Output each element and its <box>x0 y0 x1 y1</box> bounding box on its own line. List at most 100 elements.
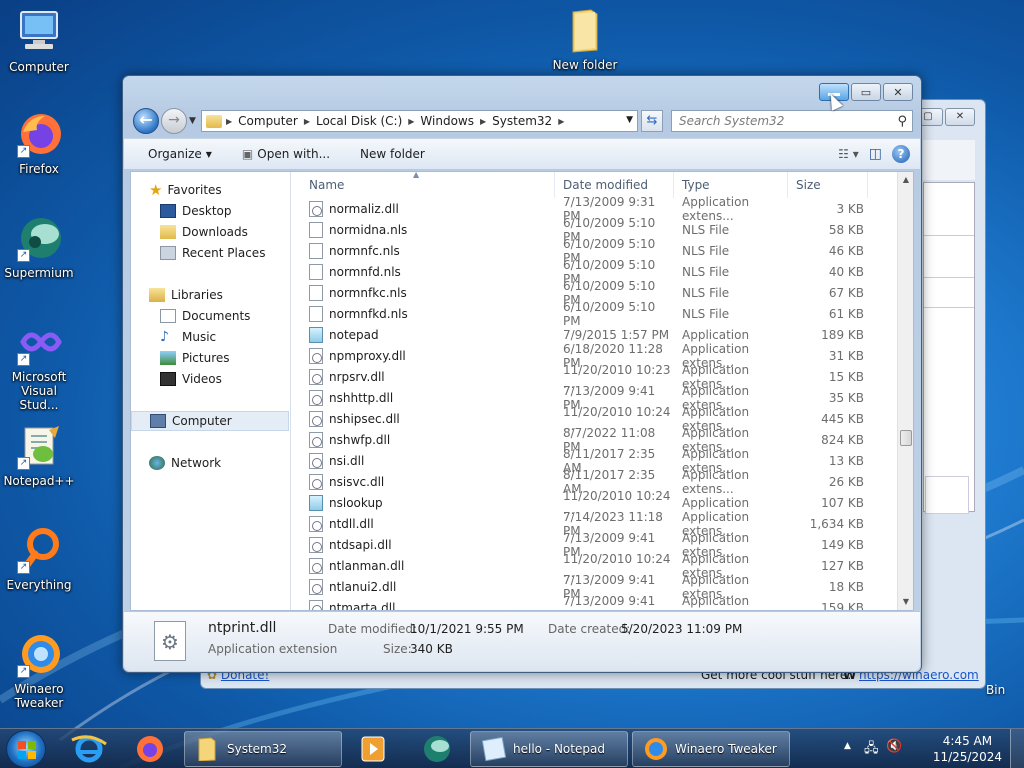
column-label: Date modified <box>563 178 649 192</box>
close-button[interactable]: ✕ <box>883 83 913 101</box>
scroll-thumb[interactable] <box>900 430 912 446</box>
nav-label: Recent Places <box>182 246 266 260</box>
taskbar-media-player[interactable] <box>348 732 398 766</box>
open-with-button[interactable]: ▣ Open with... <box>224 147 342 161</box>
volume-muted-icon[interactable]: 🔇 <box>886 739 902 754</box>
breadcrumb-separator-icon[interactable]: ▶ <box>408 117 414 126</box>
desktop-icon-new-folder[interactable]: New folder <box>547 6 623 72</box>
dll-file-icon <box>309 431 323 448</box>
nav-libraries[interactable]: Libraries <box>131 285 289 305</box>
desktop-icon-visual-studio[interactable]: ↗ Microsoft Visual Stud... <box>1 318 77 412</box>
table-row[interactable]: ntmarta.dll 7/13/2009 9:41 PM Application … <box>293 593 897 611</box>
nav-network[interactable]: Network <box>131 453 289 473</box>
nav-label: Desktop <box>182 204 232 218</box>
file-name: notepad <box>329 327 379 342</box>
file-size: 107 KB <box>821 495 864 510</box>
desktop-icon-computer[interactable]: Computer <box>1 8 77 74</box>
nav-videos[interactable]: Videos <box>131 369 289 389</box>
selected-file-name: ntprint.dll <box>208 620 277 636</box>
breadcrumb-local-disk[interactable]: Local Disk (C:) <box>316 114 402 128</box>
file-name-cell: nshipsec.dll <box>293 410 555 427</box>
column-header-size[interactable]: Size <box>788 172 868 198</box>
scroll-up-icon[interactable]: ▲ <box>898 172 914 188</box>
file-size: 31 KB <box>828 348 864 363</box>
breadcrumb-computer[interactable]: Computer <box>238 114 298 128</box>
breadcrumb-separator-icon[interactable]: ▶ <box>304 117 310 126</box>
help-icon[interactable]: ? <box>892 145 910 163</box>
back-button[interactable]: ← <box>133 108 159 134</box>
desktop-icon-winaero[interactable]: ↗ Winaero Tweaker <box>1 630 77 710</box>
show-hidden-icons-icon[interactable]: ▲ <box>844 741 851 751</box>
file-name-cell: normidna.nls <box>293 221 555 238</box>
taskbar-supermium[interactable] <box>412 732 462 766</box>
nav-desktop[interactable]: Desktop <box>131 201 289 221</box>
clock[interactable]: 4:45 AM 11/25/2024 <box>933 733 1002 765</box>
taskbar-ie[interactable] <box>64 732 114 766</box>
file-name: ntdsapi.dll <box>329 537 392 552</box>
nav-computer[interactable]: Computer <box>131 411 289 431</box>
breadcrumb-separator-icon[interactable]: ▶ <box>480 117 486 126</box>
nav-recent-places[interactable]: Recent Places <box>131 243 289 263</box>
maximize-button[interactable]: ▭ <box>851 83 881 101</box>
firefox-icon: ↗ <box>15 110 63 158</box>
recycle-bin-label[interactable]: Bin <box>986 683 1005 697</box>
preview-pane-icon[interactable]: ◫ <box>869 146 882 162</box>
recent-pages-dropdown[interactable]: ▼ <box>189 116 196 126</box>
organize-button[interactable]: Organize ▼ <box>124 147 224 161</box>
file-name: normaliz.dll <box>329 201 399 216</box>
search-icon[interactable]: ⚲ <box>897 112 907 132</box>
address-bar[interactable]: ▶ Computer ▶ Local Disk (C:) ▶ Windows ▶… <box>201 110 638 132</box>
nav-favorites[interactable]: ★ Favorites <box>131 180 289 200</box>
nav-pictures[interactable]: Pictures <box>131 348 289 368</box>
navigation-bar: ← → ▼ ▶ Computer ▶ Local Disk (C:) ▶ Win… <box>131 106 913 134</box>
taskbar-task-notepad[interactable]: hello - Notepad <box>470 731 628 767</box>
address-dropdown-icon[interactable]: ▼ <box>626 115 633 125</box>
view-options-icon[interactable]: ☷ ▾ <box>838 147 859 161</box>
search-input[interactable]: Search System32 ⚲ <box>671 110 913 132</box>
forward-button[interactable]: → <box>161 108 187 134</box>
bg-close-button[interactable]: ✕ <box>945 108 975 126</box>
taskbar-task-winaero[interactable]: Winaero Tweaker <box>632 731 790 767</box>
start-button[interactable] <box>6 730 46 768</box>
show-desktop-button[interactable] <box>1010 729 1024 768</box>
file-size: 61 KB <box>828 306 864 321</box>
nav-downloads[interactable]: Downloads <box>131 222 289 242</box>
file-size: 46 KB <box>828 243 864 258</box>
desktop-icon-supermium[interactable]: ↗ Supermium <box>1 214 77 280</box>
breadcrumb-separator-icon[interactable]: ▶ <box>558 117 564 126</box>
breadcrumb-system32[interactable]: System32 <box>492 114 552 128</box>
file-size: 35 KB <box>828 390 864 405</box>
shortcut-arrow-icon: ↗ <box>17 665 30 678</box>
scroll-down-icon[interactable]: ▼ <box>898 594 914 610</box>
breadcrumb-windows[interactable]: Windows <box>420 114 474 128</box>
explorer-window[interactable]: ▭ ✕ ← → ▼ ▶ Computer ▶ Local Disk (C:) ▶… <box>122 75 922 673</box>
internet-explorer-icon <box>71 735 107 763</box>
clock-time: 4:45 AM <box>942 734 993 748</box>
refresh-button[interactable]: ⇆ <box>641 110 663 132</box>
column-header-name[interactable]: Name ▲ <box>293 172 555 198</box>
file-date: 7/13/2009 9:41 PM <box>563 593 656 611</box>
desktop-icon-notepadpp[interactable]: ↗ Notepad++ <box>1 422 77 488</box>
taskbar-task-system32[interactable]: System32 <box>184 731 342 767</box>
file-icon <box>309 284 323 301</box>
vertical-scrollbar[interactable]: ▲ ▼ <box>897 172 913 610</box>
size-value: 340 KB <box>410 642 453 656</box>
file-name-cell: nshhttp.dll <box>293 389 555 406</box>
file-size: 149 KB <box>821 537 864 552</box>
new-folder-button[interactable]: New folder <box>342 147 437 161</box>
system-tray: ▲ 🖧 🔇 4:45 AM 11/25/2024 <box>834 729 1024 768</box>
nav-music[interactable]: ♪ Music <box>131 327 289 347</box>
size-label: Size: <box>383 642 412 656</box>
desktop-icon-everything[interactable]: ↗ Everything <box>1 526 77 592</box>
file-name: normidna.nls <box>329 222 408 237</box>
nav-documents[interactable]: Documents <box>131 306 289 326</box>
taskbar-firefox[interactable] <box>124 732 174 766</box>
file-size: 40 KB <box>828 264 864 279</box>
file-name-cell: nslookup <box>293 494 555 511</box>
table-row[interactable]: normnfkd.nls 6/10/2009 5:10 PM NLS File 61 … <box>293 300 897 328</box>
breadcrumb-separator-icon[interactable]: ▶ <box>226 117 232 126</box>
network-tray-icon[interactable]: 🖧 <box>864 739 879 761</box>
desktop-icon-firefox[interactable]: ↗ Firefox <box>1 110 77 176</box>
file-size: 13 KB <box>828 453 864 468</box>
folder-icon <box>195 737 221 762</box>
